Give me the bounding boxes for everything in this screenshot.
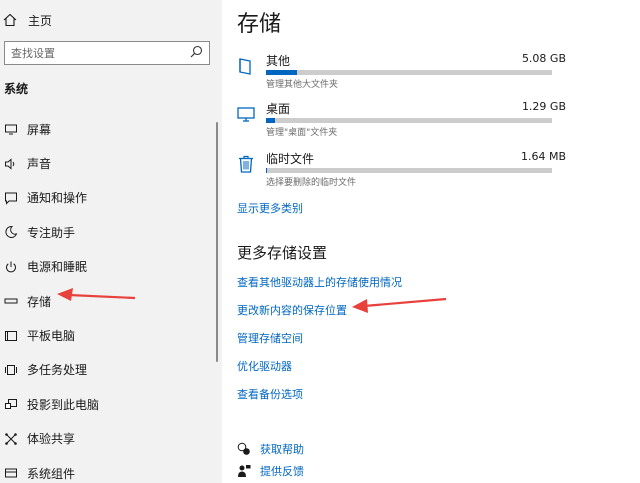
storage-item-subtitle: 管理"桌面"文件夹 — [266, 128, 338, 138]
annotation-arrow-icon — [57, 288, 136, 301]
usage-bar — [266, 70, 552, 75]
usage-bar-fill — [266, 168, 268, 173]
get-help-link[interactable]: 获取帮助 — [237, 441, 304, 457]
moon-icon — [4, 225, 18, 239]
sidebar-item-label: 平板电脑 — [27, 329, 76, 344]
sidebar-item-display[interactable]: 屏幕 — [0, 112, 222, 146]
change-save-location-link[interactable]: 更改新内容的保存位置 — [237, 302, 347, 318]
get-help-label: 获取帮助 — [260, 443, 304, 456]
speaker-icon — [4, 157, 18, 171]
sidebar-item-label: 声音 — [27, 157, 52, 172]
desktop-icon — [236, 104, 256, 124]
sidebar-item-focus-assist[interactable]: 专注助手 — [0, 215, 222, 249]
share-icon — [4, 432, 18, 446]
usage-bar-fill — [266, 118, 275, 123]
sidebar-item-sound[interactable]: 声音 — [0, 146, 222, 180]
home-label: 主页 — [28, 13, 53, 28]
sidebar-home[interactable]: 主页 — [0, 8, 222, 32]
main-panel: 存储 其他 5.08 GB 管理其他大文件夹 桌面 1.29 GB 管理"桌面"… — [222, 0, 640, 483]
sidebar-item-label: 专注助手 — [27, 225, 76, 240]
show-more-link[interactable]: 显示更多类别 — [237, 200, 303, 216]
storage-item-size: 1.29 GB — [521, 100, 566, 113]
sidebar-item-components[interactable]: 系统组件 — [0, 456, 222, 483]
give-feedback-link[interactable]: 提供反馈 — [237, 463, 304, 479]
monitor-icon — [4, 122, 18, 136]
more-settings-title: 更多存储设置 — [237, 244, 328, 262]
annotation-arrow-icon — [352, 297, 447, 313]
storage-item-name: 桌面 — [266, 102, 291, 116]
storage-item-desktop[interactable]: 桌面 1.29 GB 管理"桌面"文件夹 — [236, 100, 566, 140]
sidebar-item-label: 多任务处理 — [27, 363, 88, 378]
sidebar-item-project[interactable]: 投影到此电脑 — [0, 387, 222, 421]
multitask-icon — [4, 363, 18, 377]
components-icon — [4, 466, 18, 480]
storage-item-size: 1.64 MB — [520, 150, 566, 163]
sidebar: 主页 查找设置 系统 屏幕 声音 通知和操作 专注助手 电源和睡眠 存储 平板电… — [0, 0, 222, 483]
optimize-drives-link[interactable]: 优化驱动器 — [237, 358, 292, 374]
search-icon[interactable] — [190, 45, 203, 61]
sidebar-item-multitasking[interactable]: 多任务处理 — [0, 353, 222, 387]
project-icon — [4, 397, 18, 411]
section-title: 系统 — [4, 82, 29, 96]
storage-item-subtitle: 管理其他大文件夹 — [266, 80, 339, 90]
power-icon — [4, 260, 18, 274]
feedback-icon — [237, 464, 251, 478]
sidebar-item-label: 体验共享 — [27, 432, 76, 447]
sidebar-item-power[interactable]: 电源和睡眠 — [0, 250, 222, 284]
sidebar-item-label: 屏幕 — [27, 122, 52, 137]
sidebar-item-notifications[interactable]: 通知和操作 — [0, 181, 222, 215]
storage-item-name: 其他 — [266, 54, 291, 68]
sidebar-item-shared[interactable]: 体验共享 — [0, 422, 222, 456]
usage-bar-fill — [266, 70, 298, 75]
storage-item-subtitle: 选择要删除的临时文件 — [266, 178, 357, 188]
sidebar-item-label: 系统组件 — [27, 466, 76, 481]
storage-item-name: 临时文件 — [266, 152, 315, 166]
sidebar-item-tablet[interactable]: 平板电脑 — [0, 318, 222, 352]
usage-bar — [266, 118, 552, 123]
storage-item-size: 5.08 GB — [521, 52, 566, 65]
sidebar-item-label: 存储 — [27, 294, 52, 309]
tablet-icon — [4, 329, 18, 343]
page-title: 存储 — [237, 12, 282, 37]
help-chat-icon — [237, 442, 251, 456]
give-feedback-label: 提供反馈 — [260, 465, 304, 478]
other-drives-link[interactable]: 查看其他驱动器上的存储使用情况 — [237, 274, 402, 290]
sidebar-scrollbar[interactable] — [216, 122, 218, 362]
notification-icon — [4, 191, 18, 205]
storage-drive-icon — [4, 294, 18, 308]
search-placeholder: 查找设置 — [11, 47, 55, 60]
sidebar-item-label: 电源和睡眠 — [27, 260, 88, 275]
usage-bar — [266, 168, 552, 173]
home-icon — [3, 13, 17, 27]
manage-storage-spaces-link[interactable]: 管理存储空间 — [237, 330, 303, 346]
search-input[interactable]: 查找设置 — [4, 41, 210, 65]
sidebar-item-label: 投影到此电脑 — [27, 397, 100, 412]
trash-icon — [236, 154, 256, 174]
sidebar-item-label: 通知和操作 — [27, 191, 88, 206]
backup-options-link[interactable]: 查看备份选项 — [237, 386, 303, 402]
folder-icon — [236, 56, 256, 76]
storage-item-temp[interactable]: 临时文件 1.64 MB 选择要删除的临时文件 — [236, 150, 566, 190]
storage-item-other[interactable]: 其他 5.08 GB 管理其他大文件夹 — [236, 52, 566, 92]
